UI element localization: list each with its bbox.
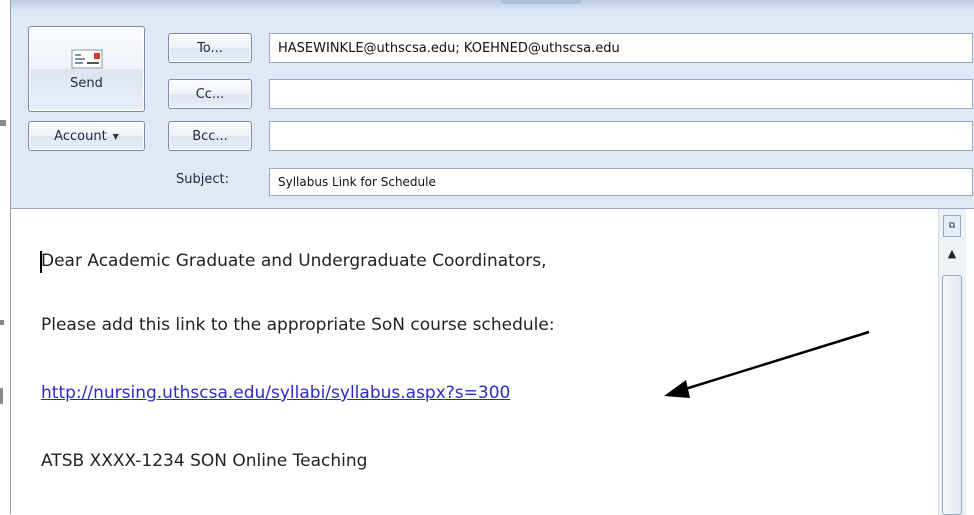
cc-field[interactable]: [269, 79, 973, 109]
vertical-scrollbar[interactable]: ⧉ ▲: [938, 209, 966, 515]
account-label: Account: [54, 128, 107, 144]
to-label: To...: [197, 40, 223, 56]
greeting-line: Dear Academic Graduate and Undergraduate…: [41, 251, 547, 271]
ribbon-edge: [11, 0, 974, 10]
to-button[interactable]: To...: [168, 33, 252, 63]
split-view-icon[interactable]: ⧉: [943, 215, 961, 237]
scrollbar-thumb[interactable]: [942, 275, 962, 515]
arrow-up-icon[interactable]: ▲: [943, 243, 961, 263]
edge-mark: [0, 120, 6, 126]
cc-label: Cc...: [195, 86, 225, 102]
bcc-field[interactable]: [269, 121, 973, 151]
account-button[interactable]: Account ▼: [28, 121, 145, 151]
cc-button[interactable]: Cc...: [168, 79, 252, 109]
edge-mark: [0, 388, 3, 404]
to-value: HASEWINKLE@uthscsa.edu; KOEHNED@uthscsa.…: [278, 40, 620, 56]
envelope-icon: [71, 49, 102, 68]
compose-window: Send Account ▼ To... Cc... Bcc... HASEWI…: [10, 0, 974, 515]
send-label: Send: [70, 75, 103, 91]
subject-label: Subject:: [176, 172, 229, 187]
bcc-button[interactable]: Bcc...: [168, 121, 252, 151]
subject-value: Syllabus Link for Schedule: [278, 175, 436, 189]
syllabus-link[interactable]: http://nursing.uthscsa.edu/syllabi/sylla…: [41, 383, 510, 403]
send-button[interactable]: Send: [28, 26, 145, 112]
course-line: ATSB XXXX-1234 SON Online Teaching: [41, 451, 368, 471]
chevron-down-icon: ▼: [112, 131, 119, 141]
message-body[interactable]: Dear Academic Graduate and Undergraduate…: [11, 208, 974, 515]
bcc-label: Bcc...: [192, 128, 228, 144]
instruction-line: Please add this link to the appropriate …: [41, 315, 555, 335]
subject-field[interactable]: Syllabus Link for Schedule: [269, 168, 973, 196]
edge-mark: [0, 320, 4, 325]
to-field[interactable]: HASEWINKLE@uthscsa.edu; KOEHNED@uthscsa.…: [269, 33, 973, 63]
background-window-edge: [0, 0, 10, 514]
